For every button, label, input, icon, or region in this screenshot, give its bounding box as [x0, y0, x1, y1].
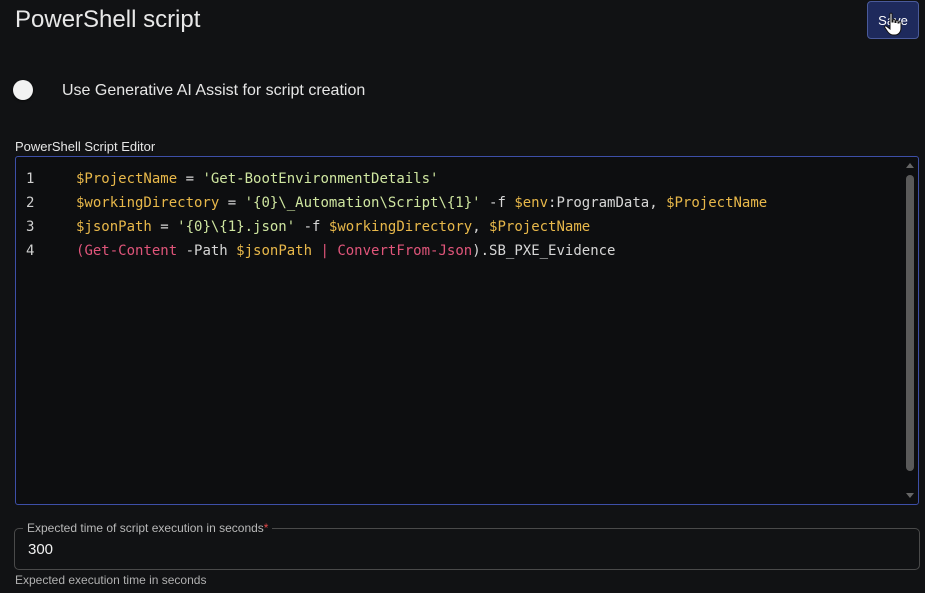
page-title: PowerShell script	[15, 6, 201, 33]
code-token: =	[177, 171, 203, 187]
code-token: '{0}\_Automation\Script\{1}'	[244, 195, 481, 211]
execution-time-label: Expected time of script execution in sec…	[23, 521, 273, 535]
code-token: 'Get-BootEnvironmentDetails'	[202, 171, 439, 187]
code-token: :ProgramData,	[548, 195, 667, 211]
line-code[interactable]: $jsonPath = '{0}\{1}.json' -f $workingDi…	[76, 215, 590, 239]
line-number: 3	[26, 219, 35, 235]
ai-assist-toggle-label: Use Generative AI Assist for script crea…	[62, 82, 366, 99]
code-token: $jsonPath	[236, 243, 313, 259]
scroll-up-arrow-icon[interactable]	[906, 163, 914, 168]
required-mark: *	[263, 521, 269, 535]
execution-time-input[interactable]	[28, 541, 888, 558]
code-token: -Path	[177, 243, 237, 259]
code-token: $ProjectName	[666, 195, 768, 211]
code-token: '{0}\{1}.json'	[177, 219, 296, 235]
powershell-script-page: PowerShell script Save Use Generative AI…	[0, 0, 925, 593]
execution-time-helper: Expected execution time in seconds	[15, 573, 207, 587]
script-editor[interactable]: 1 $ProjectName = 'Get-BootEnvironmentDeta…	[15, 156, 919, 505]
ai-assist-toggle[interactable]	[13, 80, 33, 100]
code-token: Get-Content	[84, 243, 178, 259]
code-token: ConvertFrom-Json	[337, 243, 473, 259]
code-token: ).SB_PXE_Evidence	[472, 243, 616, 259]
toggle-knob[interactable]	[13, 80, 33, 100]
code-token: $ProjectName	[76, 171, 178, 187]
editor-scrollbar[interactable]	[904, 159, 916, 502]
hand-pointer-icon	[884, 12, 902, 36]
code-token: =	[151, 219, 178, 235]
line-code[interactable]: (Get-Content -Path $jsonPath | ConvertFr…	[76, 239, 615, 263]
code-token: =	[219, 195, 245, 211]
code-token: -f	[295, 219, 329, 235]
line-number: 1	[26, 171, 35, 187]
code-token: $jsonPath	[76, 219, 152, 235]
code-token: $ProjectName	[489, 219, 591, 235]
code-token: $workingDirectory	[328, 219, 473, 235]
execution-time-label-text: Expected time of script execution in sec…	[27, 521, 264, 535]
code-token: ,	[472, 219, 490, 235]
code-token: -f	[480, 195, 515, 211]
line-code[interactable]: $ProjectName = 'Get-BootEnvironmentDetai…	[76, 167, 438, 191]
line-number: 2	[26, 195, 35, 211]
editor-label: PowerShell Script Editor	[15, 139, 156, 154]
code-token: $env	[514, 195, 549, 211]
execution-time-field: Expected time of script execution in sec…	[14, 521, 920, 570]
code-token: $workingDirectory	[76, 195, 220, 211]
scroll-down-arrow-icon[interactable]	[906, 493, 914, 498]
code-token: |	[312, 243, 338, 259]
scroll-thumb[interactable]	[906, 175, 914, 471]
line-code[interactable]: $workingDirectory = '{0}\_Automation\Scr…	[76, 191, 767, 215]
line-number: 4	[26, 243, 35, 259]
